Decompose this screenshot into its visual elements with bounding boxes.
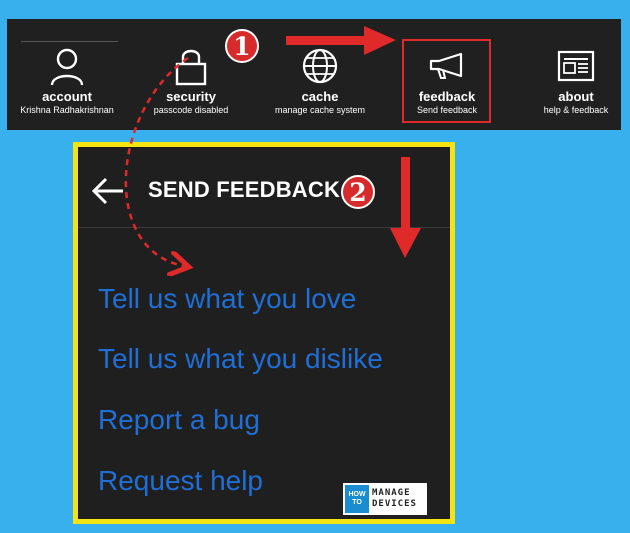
toolbar-item-cache[interactable]: cache manage cache system (260, 19, 380, 130)
logo-devices-text: DEVICES (372, 499, 417, 509)
newspaper-icon (556, 44, 596, 88)
lock-icon (171, 44, 211, 88)
toolbar-item-about[interactable]: about help & feedback (516, 19, 630, 130)
send-feedback-panel: SEND FEEDBACK Tell us what you love Tell… (73, 142, 455, 524)
menu-item-tell-dislike[interactable]: Tell us what you dislike (98, 343, 383, 375)
page-title: SEND FEEDBACK (148, 177, 341, 202)
globe-icon (300, 44, 340, 88)
toolbar-item-title: security (166, 89, 216, 104)
toolbar-item-subtitle: Krishna Radhakrishnan (20, 105, 114, 115)
settings-toolbar: account Krishna Radhakrishnan security p… (7, 19, 621, 130)
step2-badge: 2 (341, 175, 375, 209)
howtomanagedevices-logo: HOW TO MANAGE DEVICES (343, 483, 427, 515)
toolbar-item-title: about (558, 89, 594, 104)
back-arrow-icon[interactable] (90, 175, 126, 212)
menu-item-tell-love[interactable]: Tell us what you love (98, 283, 356, 315)
person-icon (47, 44, 87, 88)
toolbar-item-subtitle: manage cache system (274, 105, 366, 115)
toolbar-item-subtitle: passcode disabled (153, 105, 229, 115)
step1-badge: 1 (225, 29, 259, 63)
feedback-highlight-box (402, 39, 491, 123)
logo-manage-devices: MANAGE DEVICES (372, 488, 417, 510)
toolbar-item-subtitle: help & feedback (543, 105, 609, 115)
toolbar-item-title: account (42, 89, 92, 104)
logo-manage-text: MANAGE (372, 488, 411, 498)
header-divider (78, 227, 450, 228)
menu-item-report-bug[interactable]: Report a bug (98, 404, 260, 436)
logo-how-block: HOW TO (345, 485, 369, 513)
menu-item-request-help[interactable]: Request help (98, 465, 263, 497)
panel-header: SEND FEEDBACK (78, 147, 450, 229)
toolbar-item-account[interactable]: account Krishna Radhakrishnan (7, 19, 127, 130)
toolbar-item-title: cache (301, 89, 339, 104)
logo-how-text: HOW (348, 491, 366, 498)
logo-to-text: TO (352, 499, 362, 506)
